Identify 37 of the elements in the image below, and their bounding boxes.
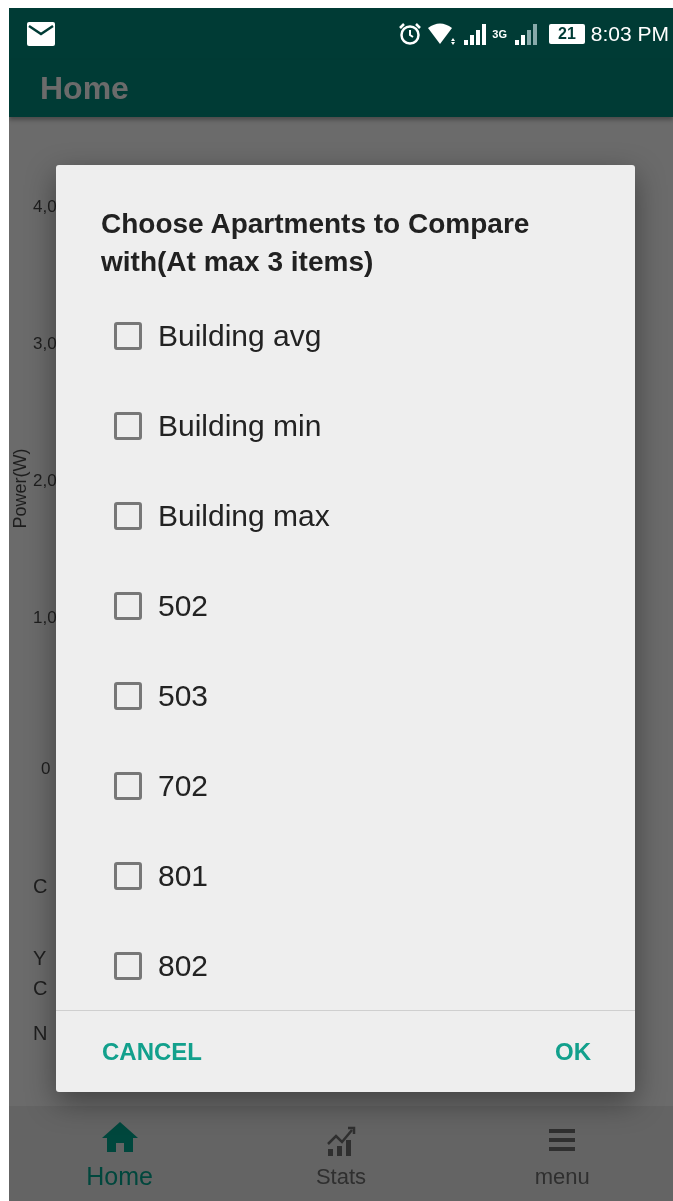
checkbox-option[interactable]: 502: [56, 561, 635, 651]
checkbox-option[interactable]: 801: [56, 831, 635, 921]
axis-title: Power(W): [9, 447, 31, 531]
alarm-icon: [398, 22, 423, 46]
checkbox[interactable]: [114, 502, 142, 530]
checkbox[interactable]: [114, 862, 142, 890]
checkbox-option[interactable]: 702: [56, 741, 635, 831]
wifi-icon: [428, 22, 457, 46]
checkbox[interactable]: [114, 322, 142, 350]
checkbox[interactable]: [114, 952, 142, 980]
text-fragment: C: [33, 976, 48, 1001]
signal-icon: [462, 23, 487, 45]
axis-tick-label: 0: [41, 758, 52, 780]
text-fragment: N: [33, 1021, 48, 1046]
mail-icon: [27, 22, 55, 46]
checkbox-option[interactable]: Building max: [56, 471, 635, 561]
signal-icon: [513, 23, 537, 45]
checkbox[interactable]: [114, 592, 142, 620]
checkbox-option[interactable]: Building avg: [56, 291, 635, 381]
axis-tick-label: 3,0: [33, 333, 57, 355]
text-fragment: C: [33, 874, 48, 899]
checkbox-option[interactable]: Building min: [56, 381, 635, 471]
text-fragment: Y: [33, 946, 48, 971]
network-type-label: 3G: [492, 28, 507, 40]
checkbox-option[interactable]: 503: [56, 651, 635, 741]
clock-time: 8:03 PM: [590, 22, 669, 46]
home-icon: [101, 1122, 138, 1154]
battery-indicator: 21: [549, 24, 585, 44]
checkbox[interactable]: [114, 682, 142, 710]
axis-tick-label: 2,0: [33, 470, 57, 492]
checkbox[interactable]: [114, 412, 142, 440]
checkbox-option[interactable]: 802: [56, 921, 635, 1010]
dialog-title: Choose Apartments to Compare with(At max 3 items): [100, 207, 531, 279]
axis-tick-label: 4,0: [33, 196, 57, 218]
checkbox[interactable]: [114, 772, 142, 800]
axis-tick-label: 1,0: [33, 607, 57, 629]
screen-title: Home: [40, 70, 129, 107]
